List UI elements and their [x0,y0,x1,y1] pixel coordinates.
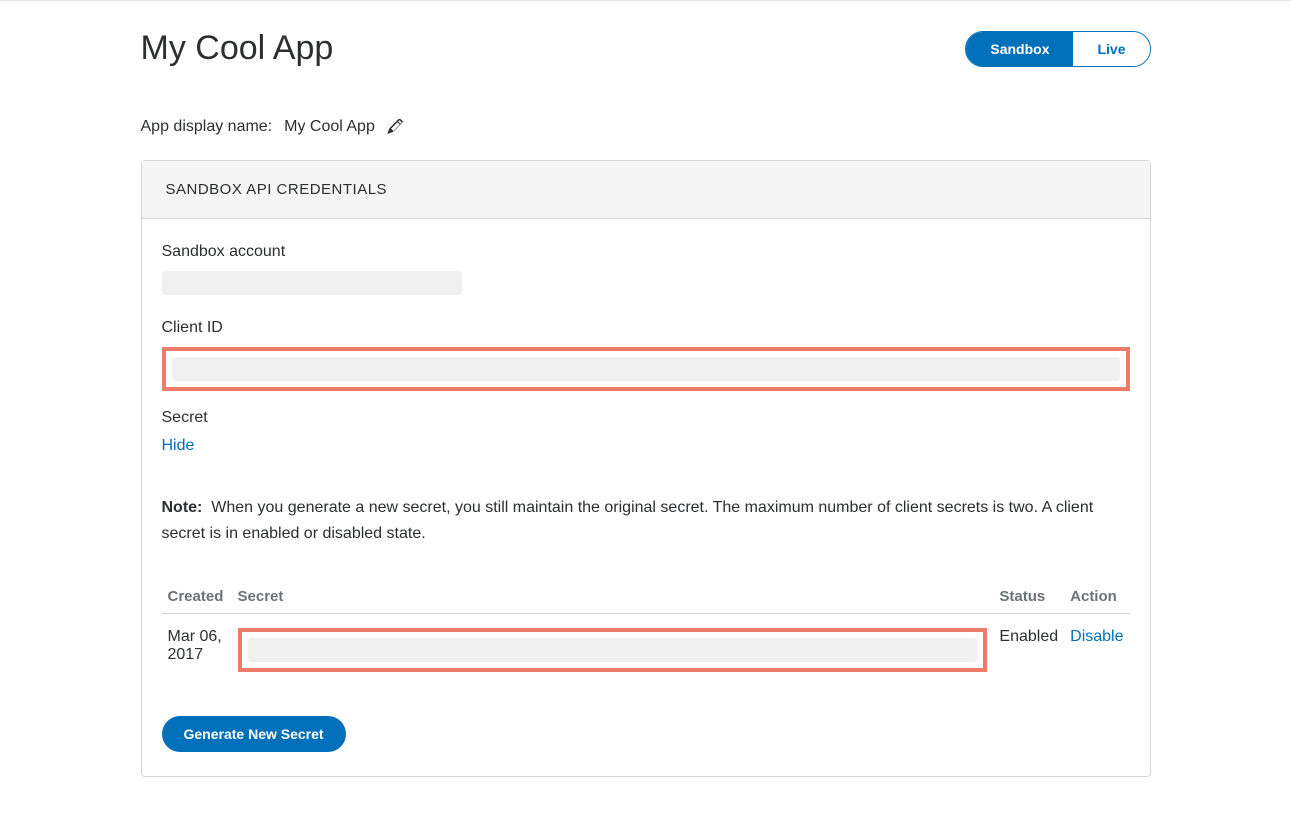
secrets-table: Created Secret Status Action Mar 06, 201… [162,580,1130,682]
sandbox-account-value [162,271,462,295]
generate-secret-button[interactable]: Generate New Secret [162,716,346,752]
live-mode-button[interactable]: Live [1073,32,1149,66]
cell-secret [232,614,994,683]
client-id-value [172,357,1120,381]
client-id-highlight [162,347,1130,391]
secret-highlight [238,628,988,672]
hide-link[interactable]: Hide [162,437,195,455]
mode-toggle: Sandbox Live [965,31,1150,67]
table-row: Mar 06, 2017 Enabled Disable [162,614,1130,683]
cell-action: Disable [1064,614,1129,683]
th-created: Created [162,580,232,614]
cell-status: Enabled [993,614,1064,683]
pencil-icon[interactable] [387,119,403,135]
display-name-value: My Cool App [284,118,375,136]
cell-created: Mar 06, 2017 [162,614,232,683]
client-id-label: Client ID [162,319,1130,337]
th-status: Status [993,580,1064,614]
sandbox-account-label: Sandbox account [162,243,1130,261]
note-label: Note: [162,499,203,516]
sandbox-mode-button[interactable]: Sandbox [966,32,1073,66]
panel-title: SANDBOX API CREDENTIALS [142,161,1150,219]
credentials-panel: SANDBOX API CREDENTIALS Sandbox account … [141,160,1151,777]
note-text: When you generate a new secret, you stil… [162,499,1094,542]
th-secret: Secret [232,580,994,614]
display-name-label: App display name: [141,118,273,136]
secret-value [248,638,978,662]
app-title: My Cool App [141,29,334,68]
disable-link[interactable]: Disable [1070,628,1123,645]
secret-label: Secret [162,409,1130,427]
th-action: Action [1064,580,1129,614]
secret-note: Note: When you generate a new secret, yo… [162,495,1130,546]
